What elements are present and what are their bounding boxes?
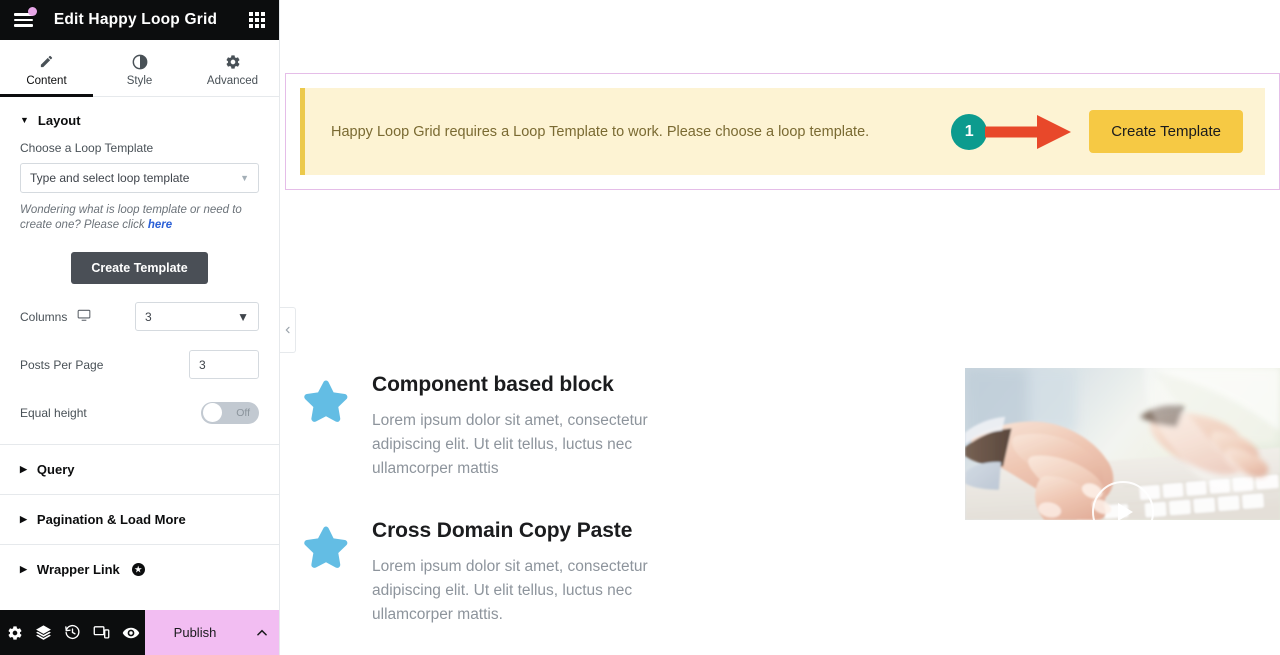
feature-text-block: Cross Domain Copy Paste Lorem ipsum dolo… — [372, 519, 672, 628]
loop-template-hint-link[interactable]: here — [148, 219, 172, 231]
loop-template-hint: Wondering what is loop template or need … — [20, 203, 259, 234]
layout-section-title: Layout — [37, 113, 81, 128]
feature-title: Component based block — [372, 373, 614, 396]
panel-body: ▼ Layout Choose a Loop Template Type and… — [0, 97, 279, 610]
loop-template-select-value: Type and select loop template — [30, 171, 190, 185]
loop-template-select[interactable]: Type and select loop template ▼ — [20, 163, 259, 193]
tab-style[interactable]: Style — [93, 40, 186, 96]
toggle-knob — [202, 403, 222, 423]
history-clock-icon[interactable] — [58, 624, 87, 641]
play-triangle — [1117, 502, 1133, 521]
chevron-down-icon: ▼ — [237, 309, 249, 324]
tab-advanced-label: Advanced — [206, 75, 259, 87]
play-button-icon[interactable] — [1091, 480, 1154, 543]
panel-header: Edit Happy Loop Grid — [0, 0, 279, 40]
feature-description: Lorem ipsum dolor sit amet, consectetur … — [372, 412, 648, 478]
chevron-up-icon[interactable] — [245, 610, 279, 655]
panel-tabs: Content Style Advanced — [0, 40, 279, 97]
responsive-device-icon[interactable] — [87, 624, 116, 641]
hamburger-menu-icon[interactable] — [0, 0, 46, 40]
equal-height-control: Off — [201, 401, 259, 424]
notification-dot-icon — [28, 7, 37, 16]
publish-button[interactable]: Publish — [145, 610, 245, 655]
columns-select[interactable]: 3 ▼ — [135, 302, 259, 332]
columns-select-value: 3 — [145, 309, 152, 324]
columns-control: 3 ▼ — [135, 302, 259, 332]
right-arrow-icon — [985, 112, 1075, 152]
layout-section-header[interactable]: ▼ Layout — [0, 97, 279, 141]
create-template-button-canvas[interactable]: Create Template — [1089, 110, 1243, 153]
preview-eye-icon[interactable] — [116, 624, 145, 642]
equal-height-toggle[interactable]: Off — [201, 401, 259, 424]
accordion-query-label: Query — [36, 461, 75, 477]
posts-per-page-input[interactable] — [189, 350, 259, 380]
star-icon — [300, 377, 352, 429]
notice-message: Happy Loop Grid requires a Loop Template… — [331, 123, 870, 140]
elementor-editor: Edit Happy Loop Grid Content Style Advan… — [0, 0, 1280, 655]
gear-icon — [225, 53, 241, 70]
video-media-block[interactable] — [965, 368, 1280, 655]
posts-per-page-label: Posts Per Page — [20, 357, 104, 372]
selected-widget-loop-grid[interactable]: Happy Loop Grid requires a Loop Template… — [285, 73, 1280, 190]
accordion-query[interactable]: ▶ Query — [0, 443, 279, 494]
panel-title: Edit Happy Loop Grid — [53, 11, 218, 28]
layout-controls: Choose a Loop Template Type and select l… — [0, 141, 279, 444]
features-column: Component based block Lorem ipsum dolor … — [280, 295, 685, 655]
columns-row: Columns 3 ▼ — [20, 302, 259, 332]
feature-item: Component based block Lorem ipsum dolor … — [300, 373, 685, 482]
loop-template-notice: Happy Loop Grid requires a Loop Template… — [300, 88, 1265, 175]
caret-right-icon: ▶ — [20, 463, 27, 474]
star-icon — [300, 523, 352, 575]
step-annotation: 1 — [951, 112, 1075, 152]
caret-right-icon: ▶ — [20, 513, 27, 524]
widgets-grid-icon[interactable] — [235, 0, 279, 40]
pro-badge-icon: ★ — [131, 562, 145, 576]
contrast-circle-icon — [132, 53, 148, 70]
loop-template-hint-text: Wondering what is loop template or need … — [20, 204, 242, 232]
caret-right-icon: ▶ — [20, 563, 27, 574]
accordion-pagination-label: Pagination & Load More — [36, 511, 186, 527]
accordion-wrapper-link-label: Wrapper Link — [36, 561, 120, 577]
step-badge-1: 1 — [951, 113, 988, 150]
feature-item: Cross Domain Copy Paste Lorem ipsum dolo… — [300, 519, 685, 628]
feature-text-block: Component based block Lorem ipsum dolor … — [372, 373, 672, 482]
equal-height-label: Equal height — [20, 405, 87, 420]
feature-title: Cross Domain Copy Paste — [372, 518, 633, 542]
columns-label-group: Columns — [20, 308, 91, 325]
columns-label: Columns — [20, 309, 68, 324]
panel-footer: Publish — [0, 610, 279, 655]
posts-per-page-control — [189, 350, 259, 380]
chevron-down-icon: ▼ — [240, 173, 249, 183]
navigator-layers-icon[interactable] — [29, 624, 58, 641]
panel-collapse-handle[interactable] — [280, 307, 296, 353]
accordion-wrapper-link[interactable]: ▶ Wrapper Link ★ — [0, 543, 279, 594]
posts-per-page-row: Posts Per Page — [20, 350, 259, 380]
accordion-pagination-load-more[interactable]: ▶ Pagination & Load More — [0, 493, 279, 544]
tab-content-label: Content — [26, 75, 67, 87]
choose-loop-template-label: Choose a Loop Template — [20, 141, 154, 155]
tab-style-label: Style — [126, 75, 153, 87]
create-template-button-panel[interactable]: Create Template — [71, 251, 208, 284]
tab-advanced[interactable]: Advanced — [186, 40, 279, 96]
tab-content[interactable]: Content — [0, 40, 93, 97]
equal-height-state: Off — [236, 406, 250, 419]
footer-icon-group — [0, 610, 145, 655]
pencil-icon — [39, 53, 54, 70]
editor-canvas: Happy Loop Grid requires a Loop Template… — [280, 0, 1280, 655]
editor-panel: Edit Happy Loop Grid Content Style Advan… — [0, 0, 296, 655]
caret-down-icon: ▼ — [20, 115, 29, 125]
desktop-icon[interactable] — [77, 308, 91, 325]
feature-description: Lorem ipsum dolor sit amet, consectetur … — [372, 557, 648, 623]
equal-height-row: Equal height Off — [20, 398, 259, 428]
settings-gear-icon[interactable] — [0, 625, 29, 641]
